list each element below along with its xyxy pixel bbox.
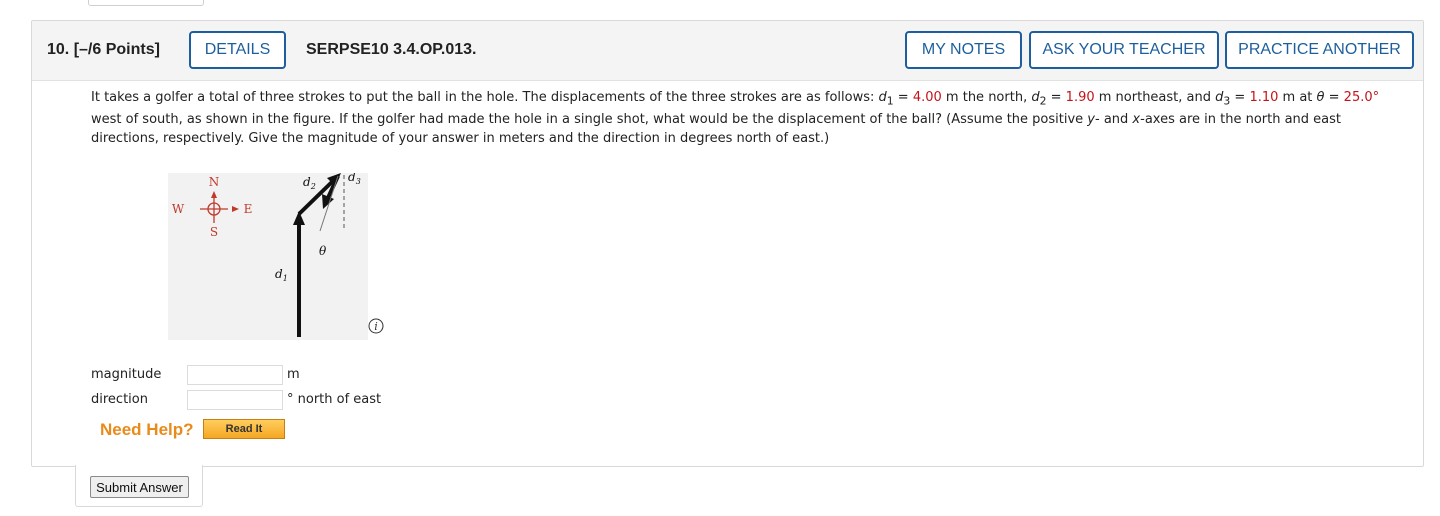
d1-label: d1 xyxy=(275,267,288,283)
question-header: 10. [–/6 Points] DETAILS SERPSE10 3.4.OP… xyxy=(32,21,1423,81)
need-help-label: Need Help? xyxy=(100,420,194,439)
magnitude-input[interactable] xyxy=(187,365,283,385)
direction-label: direction xyxy=(91,392,148,407)
d1-vector xyxy=(293,211,305,337)
read-it-button[interactable]: Read It xyxy=(203,419,285,439)
previous-question-stub xyxy=(88,0,204,6)
direction-input[interactable] xyxy=(187,390,283,410)
question-card: 10. [–/6 Points] DETAILS SERPSE10 3.4.OP… xyxy=(31,20,1424,467)
compass-rose: N S E W xyxy=(172,175,253,239)
problem-text: It takes a golfer a total of three strok… xyxy=(91,90,1380,146)
details-button[interactable]: DETAILS xyxy=(189,31,286,69)
direction-unit: ° north of east xyxy=(287,392,382,407)
my-notes-button[interactable]: MY NOTES xyxy=(905,31,1022,69)
svg-text:i: i xyxy=(374,320,378,333)
compass-north-label: N xyxy=(209,175,220,189)
compass-west-label: W xyxy=(172,202,185,216)
theta-value: 25.0° xyxy=(1343,90,1380,105)
info-icon[interactable]: i xyxy=(368,318,384,334)
d2-value: 1.90 xyxy=(1065,90,1095,105)
compass-south-label: S xyxy=(210,225,218,239)
d1-value: 4.00 xyxy=(912,90,942,105)
question-number-points: 10. [–/6 Points] xyxy=(47,41,160,58)
displacement-figure: N S E W d2 d3 θ d1 xyxy=(168,170,368,340)
ask-your-teacher-button[interactable]: ASK YOUR TEACHER xyxy=(1029,31,1219,69)
submit-area: Submit Answer xyxy=(75,465,203,507)
practice-another-button[interactable]: PRACTICE ANOTHER xyxy=(1225,31,1414,69)
d3-value: 1.10 xyxy=(1249,90,1279,105)
magnitude-label: magnitude xyxy=(91,367,162,382)
d3-label: d3 xyxy=(348,173,361,186)
magnitude-unit: m xyxy=(287,367,300,382)
theta-label: θ xyxy=(319,244,327,258)
question-code: SERPSE10 3.4.OP.013. xyxy=(306,41,477,58)
compass-east-label: E xyxy=(244,202,253,216)
d2-label: d2 xyxy=(303,175,316,191)
submit-answer-button[interactable]: Submit Answer xyxy=(90,476,189,498)
